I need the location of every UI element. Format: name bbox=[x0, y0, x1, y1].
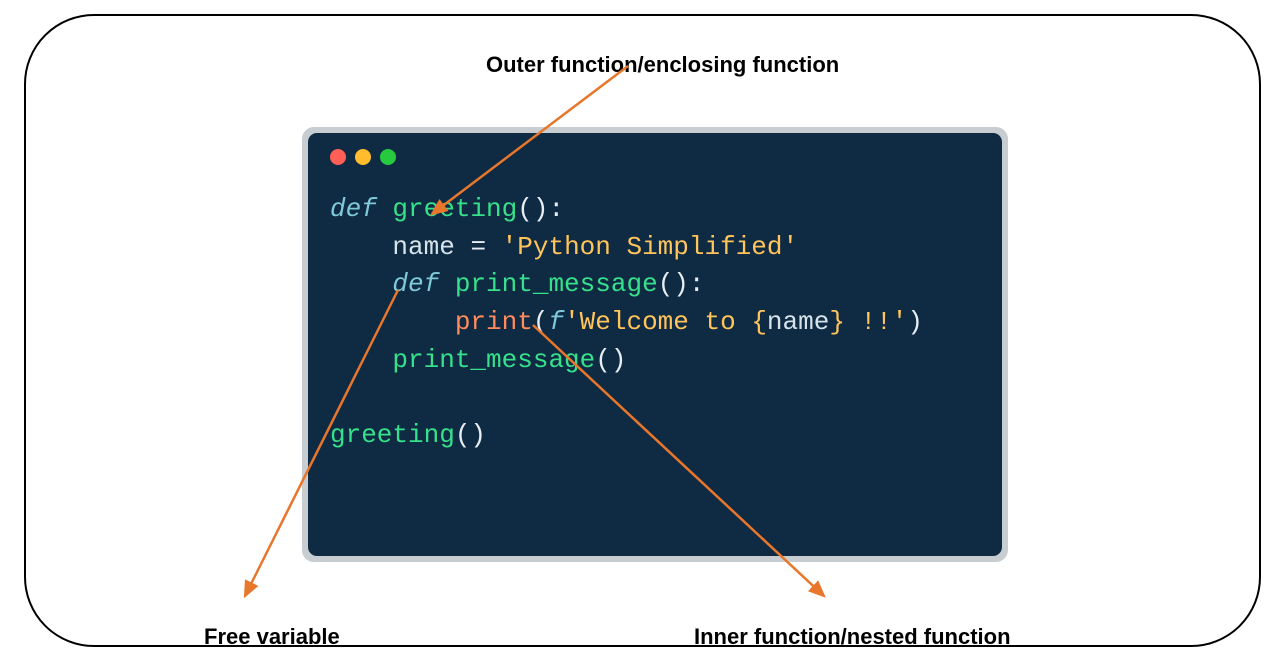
indent bbox=[330, 232, 392, 262]
window-zoom-icon bbox=[380, 149, 396, 165]
call-print-message: print_message bbox=[392, 345, 595, 375]
indent bbox=[330, 345, 392, 375]
fstring-text: !! bbox=[845, 307, 892, 337]
window-minimize-icon bbox=[355, 149, 371, 165]
keyword-def: def bbox=[330, 194, 377, 224]
paren: () bbox=[595, 345, 626, 375]
paren-close: ) bbox=[907, 307, 923, 337]
brace-close: } bbox=[829, 307, 845, 337]
paren-open: ( bbox=[533, 307, 549, 337]
string-literal: 'Python Simplified' bbox=[502, 232, 798, 262]
paren: (): bbox=[517, 194, 564, 224]
var-name: name bbox=[392, 232, 454, 262]
code-body: def greeting(): name = 'Python Simplifie… bbox=[308, 173, 1002, 455]
brace-open: { bbox=[751, 307, 767, 337]
label-inner-function: Inner function/nested function bbox=[694, 624, 1011, 650]
func-greeting: greeting bbox=[392, 194, 517, 224]
builtin-print: print bbox=[455, 307, 533, 337]
fstring-var: name bbox=[767, 307, 829, 337]
label-outer-function: Outer function/enclosing function bbox=[486, 52, 839, 78]
op-eq: = bbox=[455, 232, 502, 262]
indent bbox=[330, 269, 392, 299]
window-close-icon bbox=[330, 149, 346, 165]
code-window: def greeting(): name = 'Python Simplifie… bbox=[302, 127, 1008, 562]
func-print-message: print_message bbox=[455, 269, 658, 299]
quote: ' bbox=[892, 307, 908, 337]
window-titlebar bbox=[308, 133, 1002, 173]
fstring-text: Welcome to bbox=[580, 307, 752, 337]
paren: () bbox=[455, 420, 486, 450]
diagram-frame: Outer function/enclosing function Free v… bbox=[24, 14, 1261, 647]
paren: (): bbox=[658, 269, 705, 299]
fstring-prefix: f bbox=[548, 307, 564, 337]
keyword-def: def bbox=[392, 269, 439, 299]
label-free-variable: Free variable bbox=[204, 624, 340, 650]
indent bbox=[330, 307, 455, 337]
code-window-inner: def greeting(): name = 'Python Simplifie… bbox=[308, 133, 1002, 556]
call-greeting: greeting bbox=[330, 420, 455, 450]
quote: ' bbox=[564, 307, 580, 337]
